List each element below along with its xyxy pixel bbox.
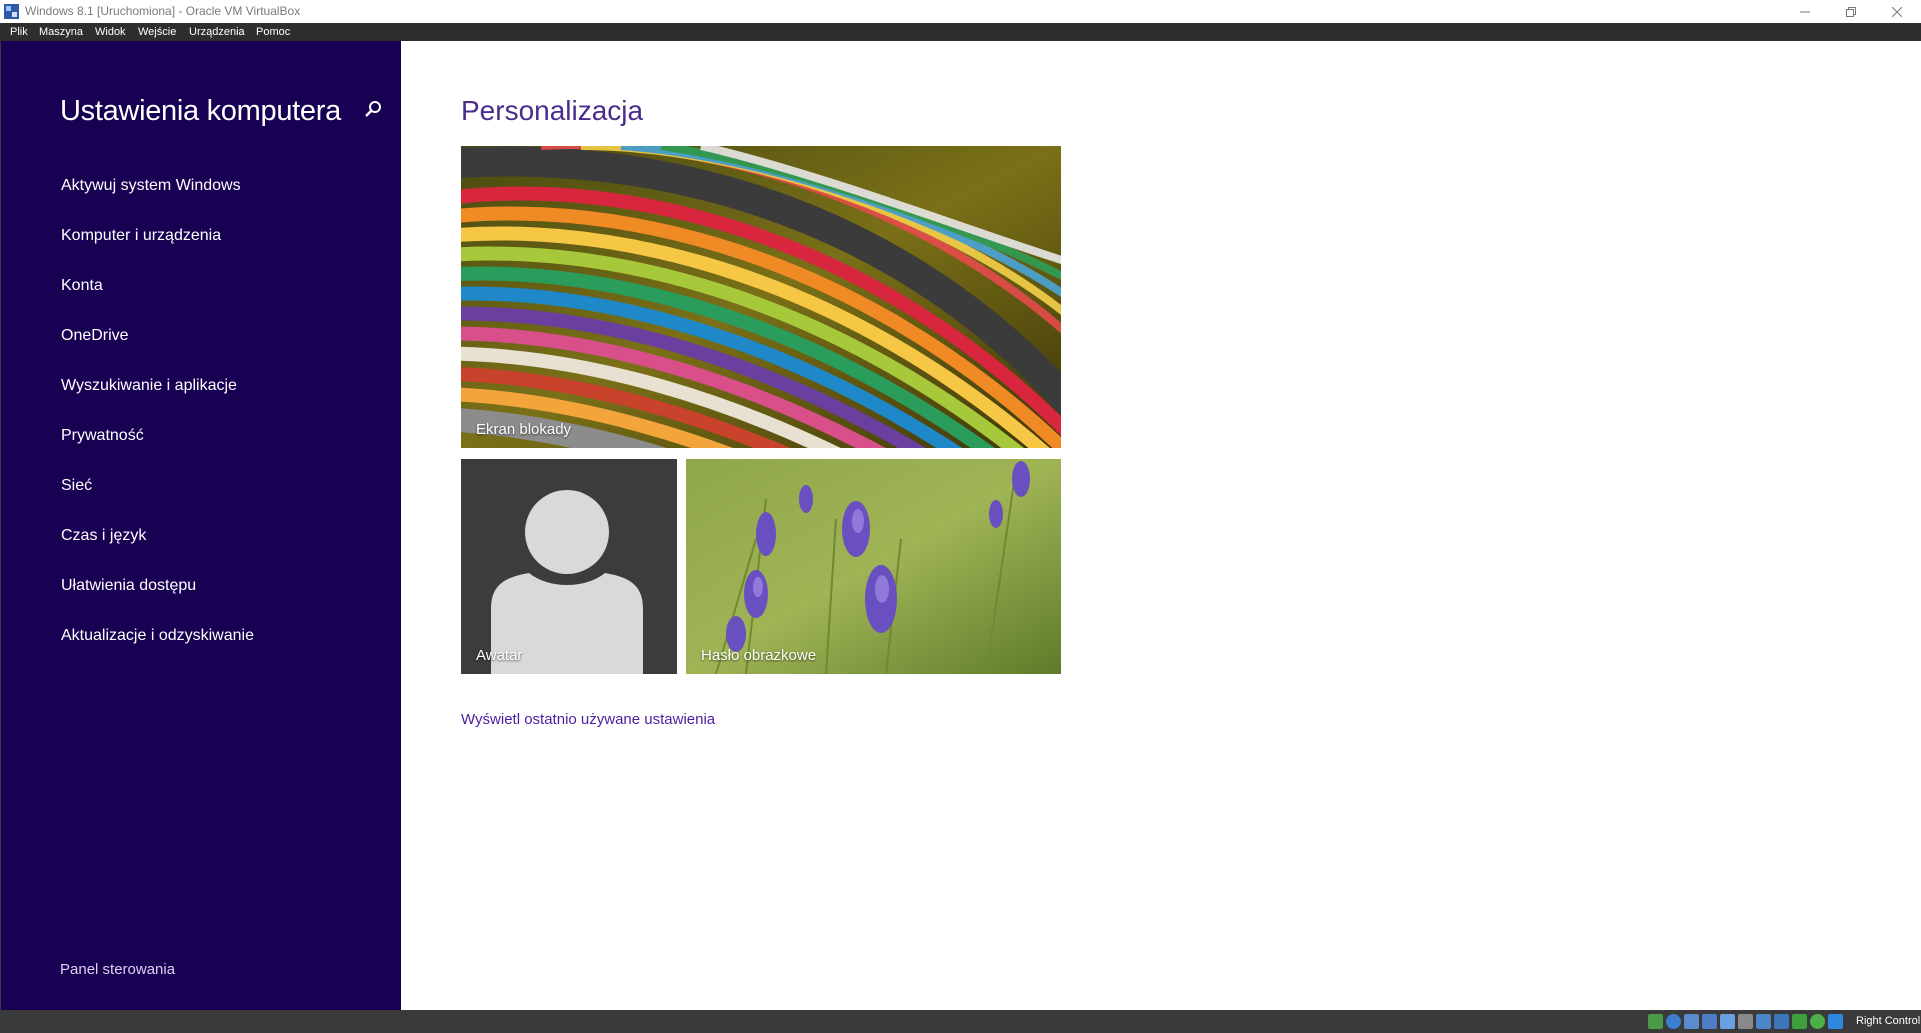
menubar: Plik Maszyna Widok Wejście Urządzenia Po… (0, 23, 1921, 41)
lock-screen-image (461, 146, 1061, 448)
settings-sidebar: Ustawienia komputera Aktywuj system Wind… (0, 41, 401, 1010)
host-key-label: Right Control (1856, 1015, 1921, 1027)
menu-plik[interactable]: Plik (10, 26, 28, 38)
close-icon (1892, 6, 1902, 17)
hdd-icon[interactable] (1648, 1014, 1663, 1029)
lock-screen-label: Ekran blokady (476, 421, 572, 438)
minimize-icon (1800, 11, 1810, 12)
restore-icon (1846, 6, 1856, 17)
arrow-down-icon[interactable] (1828, 1014, 1843, 1029)
sidebar-item-czas[interactable]: Czas i język (61, 527, 146, 545)
sidebar-item-prywatnosc[interactable]: Prywatność (61, 427, 144, 445)
vm-screen[interactable]: Ustawienia komputera Aktywuj system Wind… (0, 41, 1921, 1010)
recent-settings-link[interactable]: Wyświetl ostatnio używane ustawienia (461, 711, 715, 728)
statusbar-icons (1648, 1014, 1843, 1030)
mouse-integration-icon[interactable] (1792, 1014, 1807, 1029)
window-titlebar: Windows 8.1 [Uruchomiona] - Oracle VM Vi… (0, 0, 1921, 23)
avatar-icon (491, 490, 643, 674)
sidebar-item-aktywuj[interactable]: Aktywuj system Windows (61, 177, 241, 195)
search-icon[interactable] (363, 99, 383, 119)
optical-icon[interactable] (1666, 1014, 1681, 1029)
avatar-label: Awatar (476, 647, 523, 664)
menu-maszyna[interactable]: Maszyna (39, 26, 83, 38)
usb-icon[interactable] (1720, 1014, 1735, 1029)
sidebar-item-siec[interactable]: Sieć (61, 477, 92, 495)
page-title: Personalizacja (461, 95, 644, 126)
close-button[interactable] (1874, 0, 1920, 23)
picture-password-label: Hasło obrazkowe (701, 647, 817, 664)
menu-wejscie[interactable]: Wejście (138, 26, 176, 38)
window-title: Windows 8.1 [Uruchomiona] - Oracle VM Vi… (25, 4, 301, 18)
virtualbox-icon (4, 4, 19, 19)
sidebar-item-konta[interactable]: Konta (61, 277, 103, 295)
menu-pomoc[interactable]: Pomoc (256, 26, 290, 38)
sidebar-item-ulatwienia[interactable]: Ułatwienia dostępu (61, 577, 196, 595)
sidebar-item-aktualizacje[interactable]: Aktualizacje i odzyskiwanie (61, 627, 254, 645)
sidebar-item-onedrive[interactable]: OneDrive (61, 327, 129, 345)
audio-icon[interactable] (1684, 1014, 1699, 1029)
sidebar-item-komputer[interactable]: Komputer i urządzenia (61, 227, 221, 245)
network-icon[interactable] (1702, 1014, 1717, 1029)
cpu-icon[interactable] (1810, 1014, 1825, 1029)
avatar-tile[interactable]: Awatar (461, 459, 677, 674)
sidebar-item-wyszukiwanie[interactable]: Wyszukiwanie i aplikacje (61, 377, 237, 395)
restore-button[interactable] (1828, 0, 1874, 23)
lock-screen-tile[interactable]: Ekran blokady (461, 146, 1061, 448)
minimize-button[interactable] (1782, 0, 1828, 23)
menu-urzadzenia[interactable]: Urządzenia (189, 26, 245, 38)
recording-icon[interactable] (1774, 1014, 1789, 1029)
picture-password-image (686, 459, 1061, 674)
display-icon[interactable] (1756, 1014, 1771, 1029)
menu-widok[interactable]: Widok (95, 26, 126, 38)
control-panel-link[interactable]: Panel sterowania (60, 961, 175, 978)
sidebar-title: Ustawienia komputera (60, 95, 341, 127)
shared-folder-icon[interactable] (1738, 1014, 1753, 1029)
statusbar: Right Control (0, 1010, 1921, 1033)
picture-password-tile[interactable]: Hasło obrazkowe (686, 459, 1061, 674)
